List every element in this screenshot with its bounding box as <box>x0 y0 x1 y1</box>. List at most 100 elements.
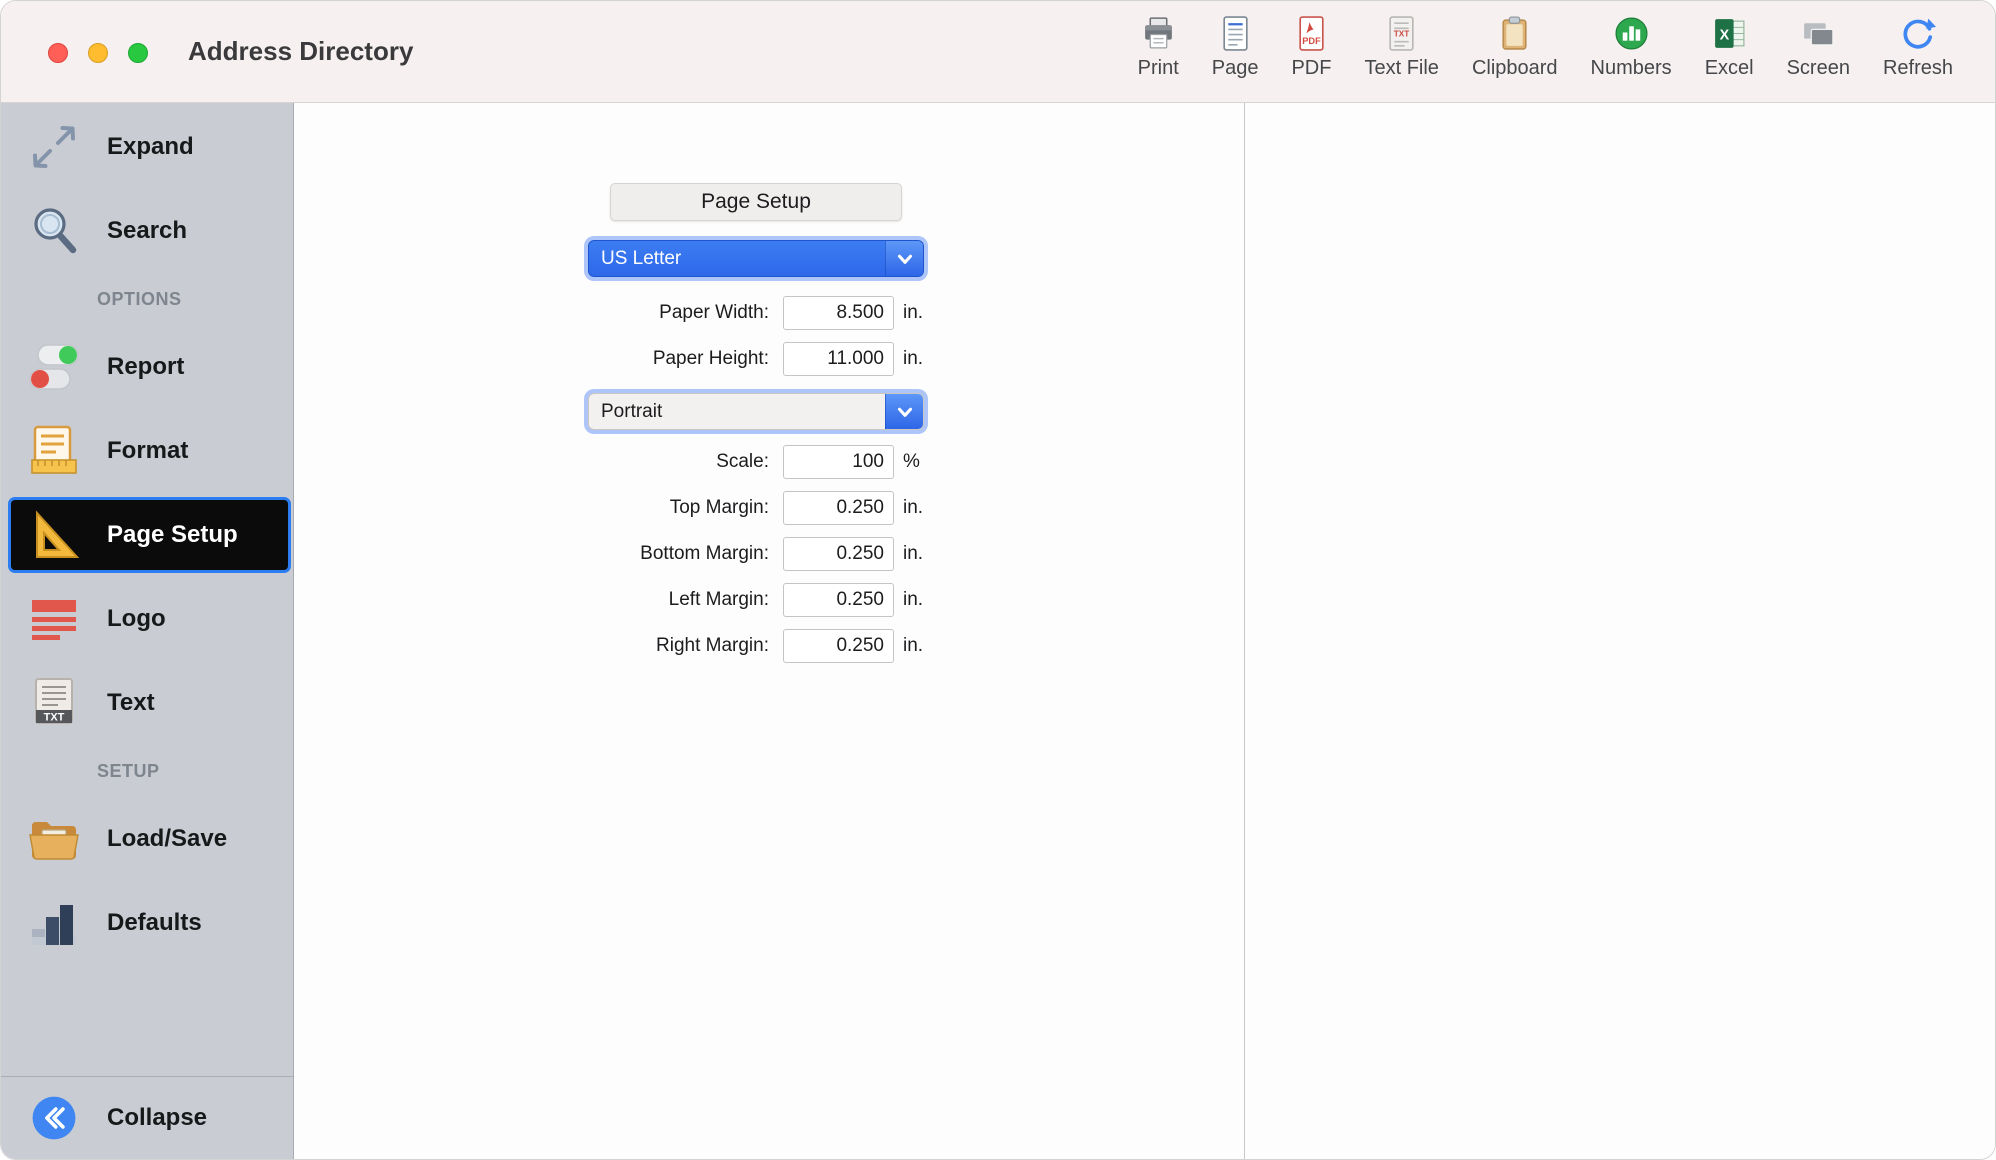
excel-button[interactable]: X Excel <box>1705 15 1754 80</box>
clipboard-icon <box>1496 15 1533 52</box>
pdf-icon: PDF <box>1293 15 1330 52</box>
sidebar-item-format[interactable]: Format <box>1 409 293 493</box>
toolbar-label: Clipboard <box>1472 57 1558 80</box>
sidebar-item-expand[interactable]: Expand <box>1 105 293 189</box>
main-panel: Page Setup US Letter Paper Width: in. <box>294 103 1995 1159</box>
svg-text:TXT: TXT <box>44 712 65 724</box>
format-icon <box>19 423 89 479</box>
sidebar-item-search[interactable]: Search <box>1 189 293 273</box>
vertical-divider <box>1244 103 1245 1159</box>
page-icon <box>1217 15 1254 52</box>
sidebar-item-label: Load/Save <box>107 825 227 853</box>
left-margin-row: Left Margin: in. <box>588 583 1028 617</box>
print-button[interactable]: Print <box>1138 15 1179 80</box>
bottom-margin-row: Bottom Margin: in. <box>588 537 1028 571</box>
sidebar-section-options: OPTIONS <box>1 273 293 325</box>
page-setup-form: Page Setup US Letter Paper Width: in. <box>588 183 1028 663</box>
sidebar-item-label: Page Setup <box>107 521 238 549</box>
toolbar: Print Page <box>1138 15 1995 89</box>
scale-label: Scale: <box>588 451 769 473</box>
collapse-icon <box>19 1093 89 1143</box>
chevron-down-icon[interactable] <box>885 394 923 429</box>
paper-height-label: Paper Height: <box>588 348 769 370</box>
screen-button[interactable]: Screen <box>1787 15 1850 80</box>
expand-icon <box>19 119 89 175</box>
orientation-select[interactable]: Portrait <box>588 393 924 430</box>
screen-icon <box>1800 15 1837 52</box>
refresh-icon <box>1899 15 1936 52</box>
toolbar-label: Text File <box>1364 57 1438 80</box>
traffic-lights <box>1 43 148 63</box>
txt-file-icon: TXT <box>19 675 89 731</box>
paper-width-label: Paper Width: <box>588 302 769 324</box>
top-margin-unit: in. <box>903 497 923 519</box>
logo-stripes-icon <box>19 591 89 647</box>
left-margin-label: Left Margin: <box>588 589 769 611</box>
sidebar-item-load-save[interactable]: Load/Save <box>1 797 293 881</box>
sidebar-item-report[interactable]: Report <box>1 325 293 409</box>
toolbar-label: Refresh <box>1883 57 1953 80</box>
excel-icon: X <box>1711 15 1748 52</box>
page-setup-header-button[interactable]: Page Setup <box>610 183 902 221</box>
paper-height-input[interactable] <box>783 342 894 376</box>
numbers-button[interactable]: Numbers <box>1591 15 1672 80</box>
sidebar-item-logo[interactable]: Logo <box>1 577 293 661</box>
bottom-margin-label: Bottom Margin: <box>588 543 769 565</box>
printer-icon <box>1140 15 1177 52</box>
sidebar-item-page-setup-slot: Page Setup <box>1 493 293 577</box>
sidebar-item-label: Expand <box>107 133 194 161</box>
text-file-button[interactable]: TXT Text File <box>1364 15 1438 80</box>
refresh-button[interactable]: Refresh <box>1883 15 1953 80</box>
set-square-icon <box>19 507 89 563</box>
bottom-margin-input[interactable] <box>783 537 894 571</box>
toolbar-label: Page <box>1212 57 1259 80</box>
toolbar-label: Numbers <box>1591 57 1672 80</box>
scale-row: Scale: % <box>588 445 1028 479</box>
sidebar-spacer <box>1 965 293 1076</box>
chevron-down-icon[interactable] <box>885 241 923 276</box>
sidebar-item-label: Format <box>107 437 188 465</box>
right-margin-label: Right Margin: <box>588 635 769 657</box>
sidebar-section-setup: SETUP <box>1 745 293 797</box>
window-title: Address Directory <box>188 36 413 67</box>
scale-unit: % <box>903 451 920 473</box>
minimize-button[interactable] <box>88 43 108 63</box>
toolbar-label: Print <box>1138 57 1179 80</box>
paper-size-value: US Letter <box>589 248 885 270</box>
sidebar: Expand Search OPTIONS <box>1 103 294 1159</box>
page-button[interactable]: Page <box>1212 15 1259 80</box>
right-margin-row: Right Margin: in. <box>588 629 1028 663</box>
left-margin-input[interactable] <box>783 583 894 617</box>
titlebar: Address Directory Print <box>1 1 1995 103</box>
sidebar-item-collapse[interactable]: Collapse <box>1 1076 293 1159</box>
paper-height-unit: in. <box>903 348 923 370</box>
toolbar-label: Screen <box>1787 57 1850 80</box>
sidebar-item-page-setup[interactable]: Page Setup <box>8 497 291 573</box>
numbers-icon <box>1613 15 1650 52</box>
right-margin-unit: in. <box>903 635 923 657</box>
folder-icon <box>19 811 89 867</box>
clipboard-button[interactable]: Clipboard <box>1472 15 1558 80</box>
close-button[interactable] <box>48 43 68 63</box>
bottom-margin-unit: in. <box>903 543 923 565</box>
paper-width-unit: in. <box>903 302 923 324</box>
scale-input[interactable] <box>783 445 894 479</box>
sidebar-item-label: Report <box>107 353 184 381</box>
sidebar-item-label: Logo <box>107 605 166 633</box>
top-margin-input[interactable] <box>783 491 894 525</box>
right-margin-input[interactable] <box>783 629 894 663</box>
top-margin-label: Top Margin: <box>588 497 769 519</box>
paper-height-row: Paper Height: in. <box>588 342 1028 376</box>
search-icon <box>19 203 89 259</box>
text-file-icon: TXT <box>1383 15 1420 52</box>
toolbar-label: Excel <box>1705 57 1754 80</box>
paper-size-select[interactable]: US Letter <box>588 240 924 277</box>
sidebar-item-defaults[interactable]: Defaults <box>1 881 293 965</box>
content-area: Expand Search OPTIONS <box>1 103 1995 1159</box>
svg-text:TXT: TXT <box>1394 29 1410 38</box>
app-window: Address Directory Print <box>0 0 1996 1160</box>
zoom-button[interactable] <box>128 43 148 63</box>
sidebar-item-text[interactable]: TXT Text <box>1 661 293 745</box>
pdf-button[interactable]: PDF PDF <box>1291 15 1331 80</box>
paper-width-input[interactable] <box>783 296 894 330</box>
